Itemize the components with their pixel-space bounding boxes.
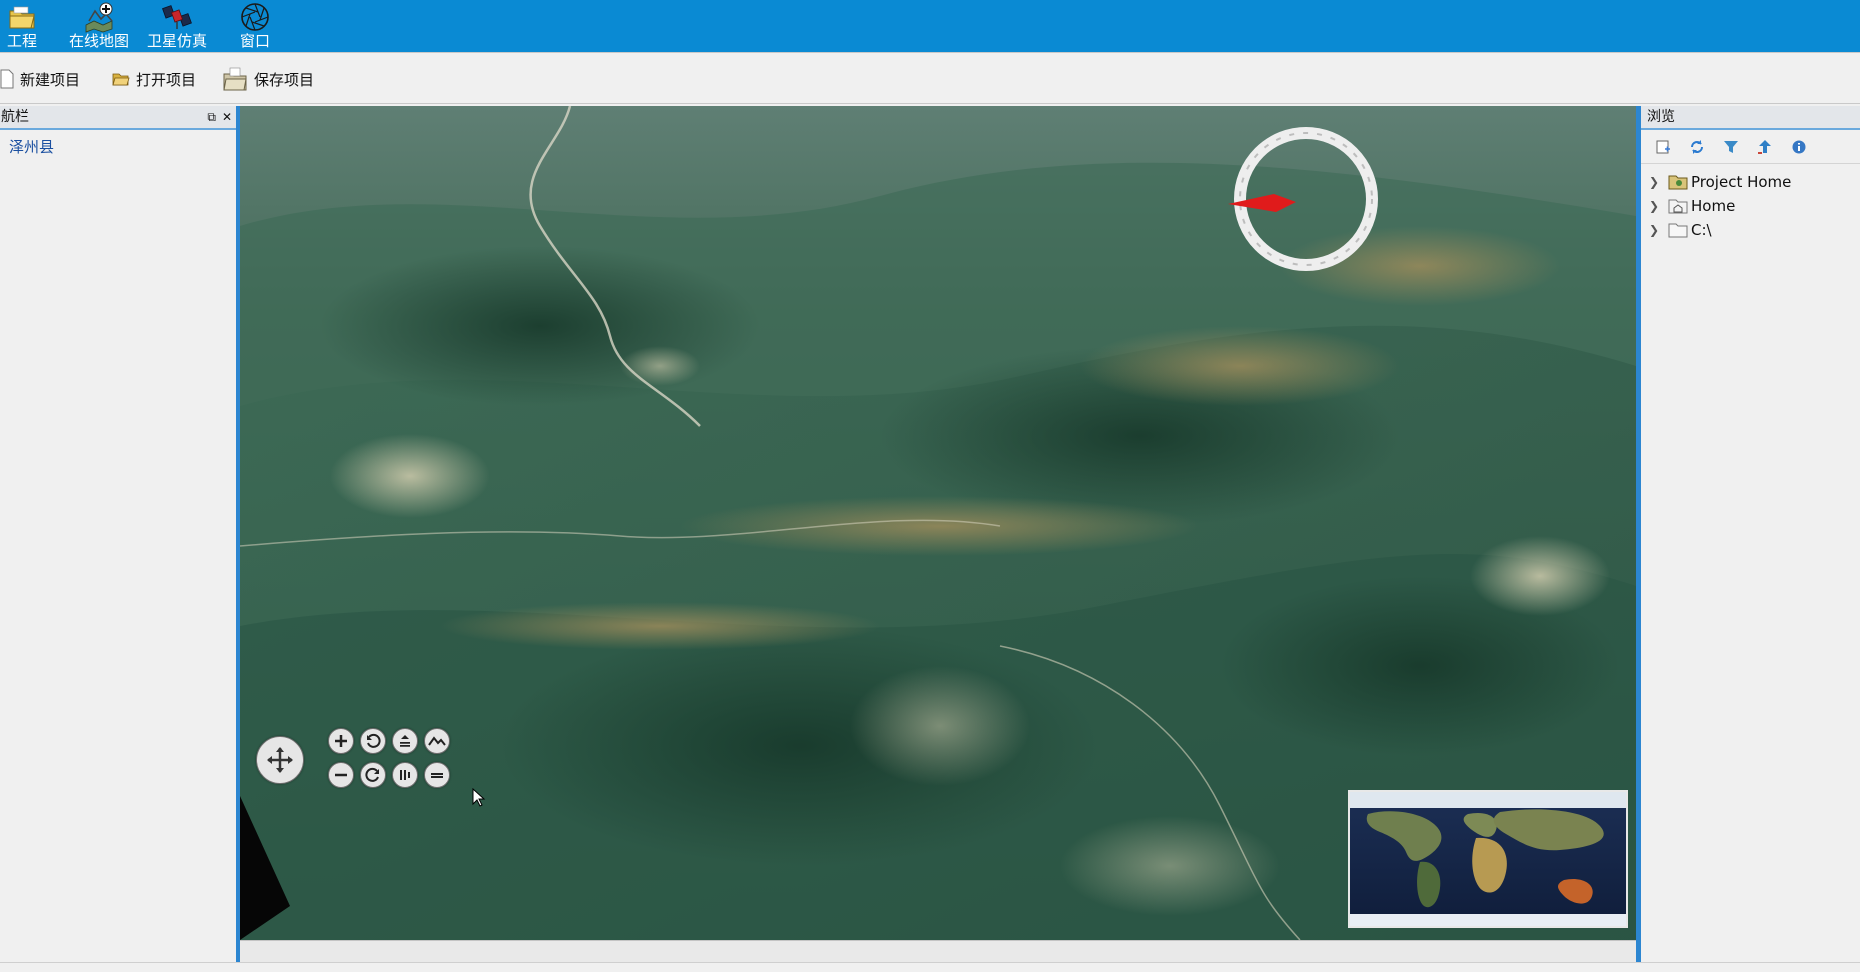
rotate-left-button[interactable] bbox=[360, 728, 386, 754]
tree-item-project-home[interactable]: ❯ Project Home bbox=[1641, 170, 1860, 194]
zoom-in-button[interactable] bbox=[328, 728, 354, 754]
info-icon bbox=[1792, 140, 1806, 153]
zoom-in-icon bbox=[335, 735, 347, 747]
reset-icon bbox=[431, 773, 443, 778]
chevron-right-icon[interactable]: ❯ bbox=[1641, 199, 1661, 213]
ribbon-project-label: 工程 bbox=[6, 32, 37, 50]
tree-item-label: Home bbox=[1691, 197, 1736, 215]
chevron-right-icon[interactable]: ❯ bbox=[1641, 223, 1661, 237]
ribbon-online-map-label: 在线地图 bbox=[68, 32, 129, 50]
zoom-out-button[interactable] bbox=[328, 762, 354, 788]
ribbon-satellite-button[interactable]: 卫星仿真 bbox=[144, 0, 210, 52]
project-toolbar: 新建项目 打开项目 保存项目 bbox=[0, 52, 1860, 104]
tilt-down-icon bbox=[400, 770, 410, 780]
tree-item-label: Project Home bbox=[1691, 173, 1792, 191]
navigation-tree: 泽州县 bbox=[0, 130, 236, 157]
ribbon-online-map-button[interactable]: 在线地图 bbox=[64, 0, 134, 52]
browse-toolbar bbox=[1641, 130, 1860, 164]
rotate-right-icon bbox=[365, 767, 379, 782]
up-icon bbox=[1758, 139, 1771, 154]
rotate-right-button[interactable] bbox=[360, 762, 386, 788]
satellite-icon bbox=[162, 5, 192, 29]
terrain-icon bbox=[428, 736, 446, 746]
restore-icon[interactable]: ⧉ bbox=[207, 106, 216, 128]
ribbon-project-button[interactable]: 工程 bbox=[0, 0, 44, 52]
home-icon bbox=[1665, 197, 1691, 215]
reset-view-button[interactable] bbox=[424, 762, 450, 788]
navigation-panel-header: 航栏 ⧉ ✕ bbox=[0, 106, 236, 130]
ribbon-satellite-label: 卫星仿真 bbox=[146, 32, 207, 50]
mouse-cursor-icon bbox=[472, 788, 486, 807]
zoom-out-icon bbox=[335, 773, 347, 777]
world-map-icon bbox=[1350, 792, 1626, 926]
folder-icon bbox=[1665, 221, 1691, 239]
new-icon bbox=[1656, 140, 1670, 153]
terrain-button[interactable] bbox=[424, 728, 450, 754]
tilt-up-button[interactable] bbox=[392, 728, 418, 754]
navigation-panel-title: 航栏 bbox=[1, 109, 29, 125]
save-project-label: 保存项目 bbox=[254, 70, 315, 89]
tree-item-label: C:\ bbox=[1691, 221, 1712, 239]
refresh-button[interactable] bbox=[1687, 137, 1707, 157]
tilt-down-button[interactable] bbox=[392, 762, 418, 788]
ribbon-window-button[interactable]: 窗口 bbox=[220, 0, 290, 52]
move-icon bbox=[267, 747, 293, 773]
project-folder-icon bbox=[1665, 173, 1691, 191]
aperture-icon bbox=[241, 3, 269, 31]
refresh-icon bbox=[1691, 139, 1703, 154]
new-project-button[interactable]: 新建项目 bbox=[0, 65, 80, 93]
main-ribbon: 工程 在线地图 卫星仿真 窗口 bbox=[0, 0, 1860, 52]
info-button[interactable] bbox=[1789, 137, 1809, 157]
open-project-button[interactable]: 打开项目 bbox=[112, 65, 196, 93]
open-folder-icon bbox=[112, 73, 130, 86]
ribbon-window-label: 窗口 bbox=[239, 32, 270, 50]
tree-item-home[interactable]: ❯ Home bbox=[1641, 194, 1860, 218]
3d-map-view[interactable] bbox=[240, 106, 1636, 940]
navigation-panel: 航栏 ⧉ ✕ 泽州县 bbox=[0, 106, 236, 962]
filter-button[interactable] bbox=[1721, 137, 1741, 157]
filter-icon bbox=[1724, 140, 1738, 153]
save-folder-icon bbox=[223, 67, 247, 91]
up-button[interactable] bbox=[1755, 137, 1775, 157]
nav-item-zezhou[interactable]: 泽州县 bbox=[9, 136, 236, 157]
tree-item-c-drive[interactable]: ❯ C:\ bbox=[1641, 218, 1860, 242]
tilt-up-icon bbox=[400, 735, 410, 747]
new-document-icon bbox=[0, 69, 14, 89]
new-item-button[interactable] bbox=[1653, 137, 1673, 157]
new-project-label: 新建项目 bbox=[20, 70, 81, 89]
browse-panel-title: 浏览 bbox=[1647, 109, 1675, 125]
overview-minimap[interactable] bbox=[1348, 790, 1628, 928]
folder-icon bbox=[9, 6, 35, 29]
browse-panel: 浏览 ❯ Project Home ❯ Home ❯ C:\ bbox=[1641, 106, 1860, 962]
open-project-label: 打开项目 bbox=[136, 70, 197, 89]
map-status-bar bbox=[240, 940, 1636, 962]
bottom-status-strip bbox=[0, 962, 1860, 972]
close-icon[interactable]: ✕ bbox=[222, 106, 232, 128]
rotate-left-icon bbox=[367, 733, 381, 748]
save-project-button[interactable]: 保存项目 bbox=[222, 65, 314, 93]
browse-panel-header: 浏览 bbox=[1641, 106, 1860, 130]
online-map-icon bbox=[85, 2, 113, 33]
browse-tree: ❯ Project Home ❯ Home ❯ C:\ bbox=[1641, 164, 1860, 242]
chevron-right-icon[interactable]: ❯ bbox=[1641, 175, 1661, 189]
pan-control[interactable] bbox=[256, 736, 304, 784]
